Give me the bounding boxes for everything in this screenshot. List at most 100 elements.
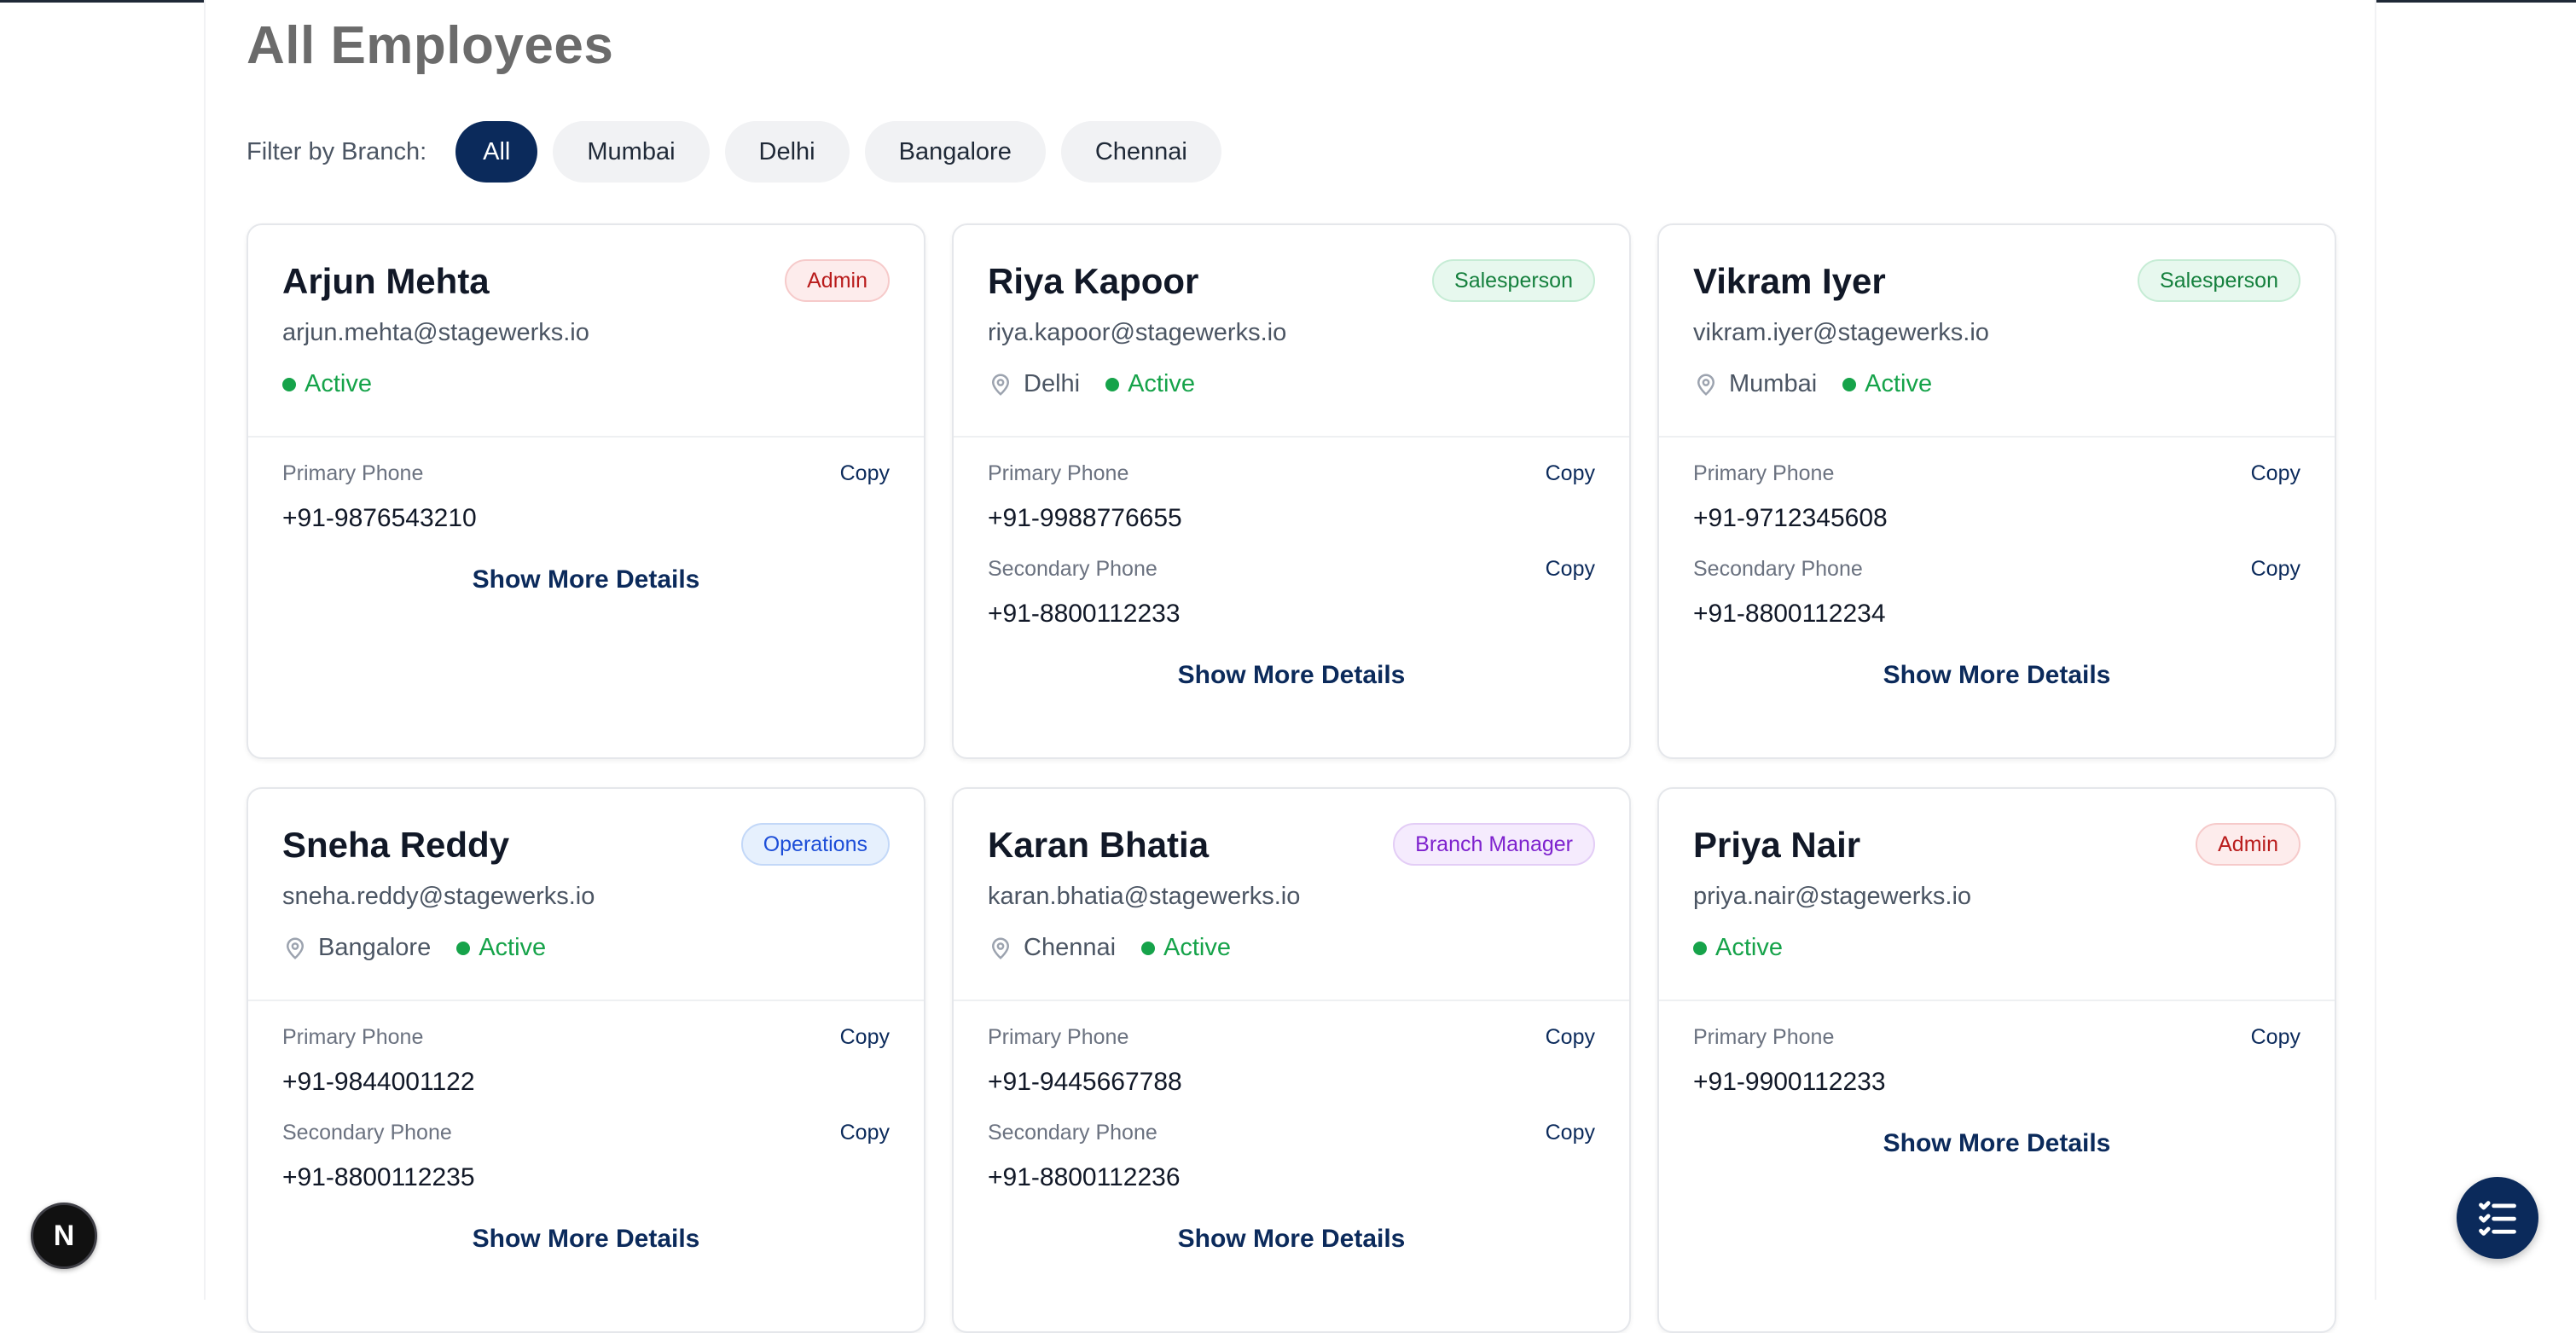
card-header: Priya Nair Admin priya.nair@stagewerks.i… bbox=[1659, 789, 2335, 1001]
secondary-phone-number: +91-8800112234 bbox=[1693, 600, 1886, 628]
filter-chip-mumbai[interactable]: Mumbai bbox=[553, 121, 710, 183]
status-text: Active bbox=[1128, 370, 1196, 397]
employee-meta: Bangalore Active bbox=[282, 934, 546, 962]
secondary-phone-block: Secondary Phone Copy +91-8800112234 bbox=[1693, 533, 2300, 629]
copy-primary-phone-button[interactable]: Copy bbox=[2251, 461, 2300, 486]
secondary-phone-block: Secondary Phone Copy +91-8800112236 bbox=[988, 1097, 1595, 1192]
employee-email: priya.nair@stagewerks.io bbox=[1693, 883, 1972, 910]
primary-phone-label: Primary Phone bbox=[1693, 461, 1835, 485]
secondary-phone-number: +91-8800112236 bbox=[988, 1163, 1181, 1191]
card-header: Karan Bhatia Branch Manager karan.bhatia… bbox=[954, 789, 1629, 1001]
checklist-icon bbox=[2479, 1201, 2516, 1236]
primary-phone-label: Primary Phone bbox=[282, 461, 424, 485]
primary-phone-number: +91-9876543210 bbox=[282, 504, 477, 532]
employee-card: Priya Nair Admin priya.nair@stagewerks.i… bbox=[1657, 787, 2336, 1333]
branch-location: Chennai bbox=[988, 934, 1116, 962]
employee-name: Vikram Iyer bbox=[1693, 261, 1886, 301]
branch-location: Mumbai bbox=[1693, 370, 1817, 398]
employee-meta: Chennai Active bbox=[988, 934, 1231, 962]
employee-card: Karan Bhatia Branch Manager karan.bhatia… bbox=[952, 787, 1631, 1333]
show-more-details-button[interactable]: Show More Details bbox=[1659, 661, 2335, 690]
employee-card: Arjun Mehta Admin arjun.mehta@stagewerks… bbox=[247, 223, 925, 759]
status-dot-icon bbox=[1141, 941, 1156, 955]
status-text: Active bbox=[1163, 934, 1232, 961]
status-dot-icon bbox=[1693, 941, 1707, 955]
employee-meta: Mumbai Active bbox=[1693, 370, 1932, 398]
primary-phone-number: +91-9988776655 bbox=[988, 504, 1182, 532]
primary-phone-block: Primary Phone Copy +91-9712345608 bbox=[1693, 438, 2300, 533]
employee-email: riya.kapoor@stagewerks.io bbox=[988, 319, 1287, 346]
employee-email: vikram.iyer@stagewerks.io bbox=[1693, 319, 1989, 346]
status-indicator: Active bbox=[1693, 934, 1783, 962]
employees-page: All Employees Filter by Branch: All Mumb… bbox=[204, 0, 2376, 1333]
employee-name: Priya Nair bbox=[1693, 825, 1861, 865]
location-pin-icon bbox=[286, 937, 305, 959]
primary-phone-block: Primary Phone Copy +91-9844001122 bbox=[282, 1001, 890, 1097]
filter-chip-bangalore[interactable]: Bangalore bbox=[864, 121, 1046, 183]
employee-meta: Active bbox=[282, 370, 372, 398]
primary-phone-block: Primary Phone Copy +91-9900112233 bbox=[1693, 1001, 2300, 1097]
role-badge: Salesperson bbox=[1432, 259, 1595, 302]
employee-name: Riya Kapoor bbox=[988, 261, 1199, 301]
show-more-details-button[interactable]: Show More Details bbox=[248, 1225, 924, 1254]
show-more-details-button[interactable]: Show More Details bbox=[954, 1225, 1629, 1254]
primary-phone-block: Primary Phone Copy +91-9876543210 bbox=[282, 438, 890, 533]
primary-phone-label: Primary Phone bbox=[282, 1025, 424, 1049]
status-indicator: Active bbox=[282, 370, 372, 398]
secondary-phone-block: Secondary Phone Copy +91-8800112235 bbox=[282, 1097, 890, 1192]
secondary-phone-label: Secondary Phone bbox=[1693, 557, 1863, 581]
card-header: Arjun Mehta Admin arjun.mehta@stagewerks… bbox=[248, 225, 924, 438]
show-more-details-button[interactable]: Show More Details bbox=[954, 661, 1629, 690]
copy-primary-phone-button[interactable]: Copy bbox=[1546, 461, 1595, 486]
status-indicator: Active bbox=[1842, 370, 1932, 398]
primary-phone-number: +91-9900112233 bbox=[1693, 1068, 1886, 1096]
employee-name: Sneha Reddy bbox=[282, 825, 510, 865]
primary-phone-number: +91-9445667788 bbox=[988, 1068, 1182, 1096]
status-dot-icon bbox=[1842, 377, 1857, 391]
status-dot-icon bbox=[282, 377, 296, 391]
employee-card: Vikram Iyer Salesperson vikram.iyer@stag… bbox=[1657, 223, 2336, 759]
location-pin-icon bbox=[991, 937, 1010, 959]
copy-secondary-phone-button[interactable]: Copy bbox=[2251, 557, 2300, 582]
filter-chip-delhi[interactable]: Delhi bbox=[724, 121, 850, 183]
role-badge: Operations bbox=[740, 823, 890, 866]
copy-primary-phone-button[interactable]: Copy bbox=[1546, 1025, 1595, 1050]
task-list-fab[interactable] bbox=[2457, 1177, 2538, 1259]
copy-secondary-phone-button[interactable]: Copy bbox=[840, 1121, 890, 1145]
primary-phone-number: +91-9844001122 bbox=[282, 1068, 475, 1096]
role-badge: Salesperson bbox=[2138, 259, 2300, 302]
employee-name: Karan Bhatia bbox=[988, 825, 1210, 865]
copy-primary-phone-button[interactable]: Copy bbox=[840, 461, 890, 486]
copy-secondary-phone-button[interactable]: Copy bbox=[1546, 1121, 1595, 1145]
card-header: Riya Kapoor Salesperson riya.kapoor@stag… bbox=[954, 225, 1629, 438]
status-text: Active bbox=[305, 370, 372, 397]
status-dot-icon bbox=[456, 941, 471, 955]
employee-email: arjun.mehta@stagewerks.io bbox=[282, 319, 589, 346]
employee-email: karan.bhatia@stagewerks.io bbox=[988, 883, 1301, 910]
filter-chip-all[interactable]: All bbox=[455, 121, 538, 183]
secondary-phone-number: +91-8800112235 bbox=[282, 1163, 475, 1191]
copy-primary-phone-button[interactable]: Copy bbox=[840, 1025, 890, 1050]
show-more-details-button[interactable]: Show More Details bbox=[248, 565, 924, 594]
status-indicator: Active bbox=[1105, 370, 1195, 398]
branch-location: Delhi bbox=[988, 370, 1080, 398]
branch-location: Bangalore bbox=[282, 934, 431, 962]
dev-tools-badge[interactable]: N bbox=[31, 1203, 97, 1269]
primary-phone-label: Primary Phone bbox=[1693, 1025, 1835, 1049]
role-badge: Admin bbox=[785, 259, 890, 302]
employee-name: Arjun Mehta bbox=[282, 261, 490, 301]
copy-primary-phone-button[interactable]: Copy bbox=[2251, 1025, 2300, 1050]
location-pin-icon bbox=[991, 374, 1010, 396]
role-badge: Admin bbox=[2196, 823, 2300, 866]
secondary-phone-label: Secondary Phone bbox=[988, 557, 1157, 581]
status-text: Active bbox=[1715, 934, 1783, 961]
filter-label: Filter by Branch: bbox=[247, 137, 427, 165]
status-text: Active bbox=[1865, 370, 1933, 397]
filter-chip-chennai[interactable]: Chennai bbox=[1060, 121, 1221, 183]
copy-secondary-phone-button[interactable]: Copy bbox=[1546, 557, 1595, 582]
secondary-phone-label: Secondary Phone bbox=[282, 1121, 452, 1145]
employee-meta: Active bbox=[1693, 934, 1783, 962]
status-dot-icon bbox=[1105, 377, 1120, 391]
show-more-details-button[interactable]: Show More Details bbox=[1659, 1129, 2335, 1158]
location-pin-icon bbox=[1697, 374, 1715, 396]
